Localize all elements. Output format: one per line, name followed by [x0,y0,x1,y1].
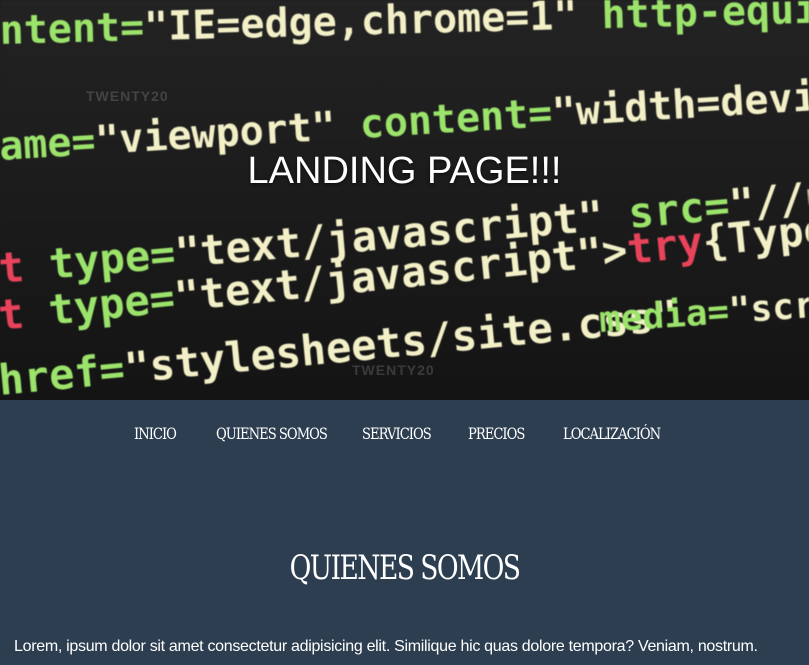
section-paragraph: Lorem, ipsum dolor sit amet consectetur … [14,638,758,655]
code-token: "scree [727,282,809,332]
hero-background-image: ntent="IE=edge,chrome=1" http-equiv="X-U… [0,0,809,400]
nav-item-precios[interactable]: PRECIOS [468,424,525,443]
about-section: QUIENES SOMOS Lorem, ipsum dolor sit ame… [0,466,809,665]
hero-banner: ntent="IE=edge,chrome=1" http-equiv="X-U… [0,0,809,400]
nav-item-servicios[interactable]: SERVICIOS [362,424,432,443]
code-token: http-equiv= [577,0,809,39]
nav-item-inicio[interactable]: INICIO [134,424,177,443]
section-title: QUIENES SOMOS [289,548,521,588]
code-token: ntent= [0,4,145,54]
hero-title: LANDING PAGE!!! [247,150,562,192]
code-token: try [625,217,706,274]
main-navigation: INICIO QUIENES SOMOS SERVICIOS PRECIOS L… [0,400,809,466]
watermark-text: TWENTY20 [352,362,435,378]
code-token: t [0,286,51,340]
watermark-text: TWENTY20 [86,88,169,104]
nav-item-quienes-somos[interactable]: QUIENES SOMOS [216,424,328,443]
code-token: t [0,240,51,293]
nav-item-localizacion[interactable]: LOCALIZACIÓN [563,424,661,443]
